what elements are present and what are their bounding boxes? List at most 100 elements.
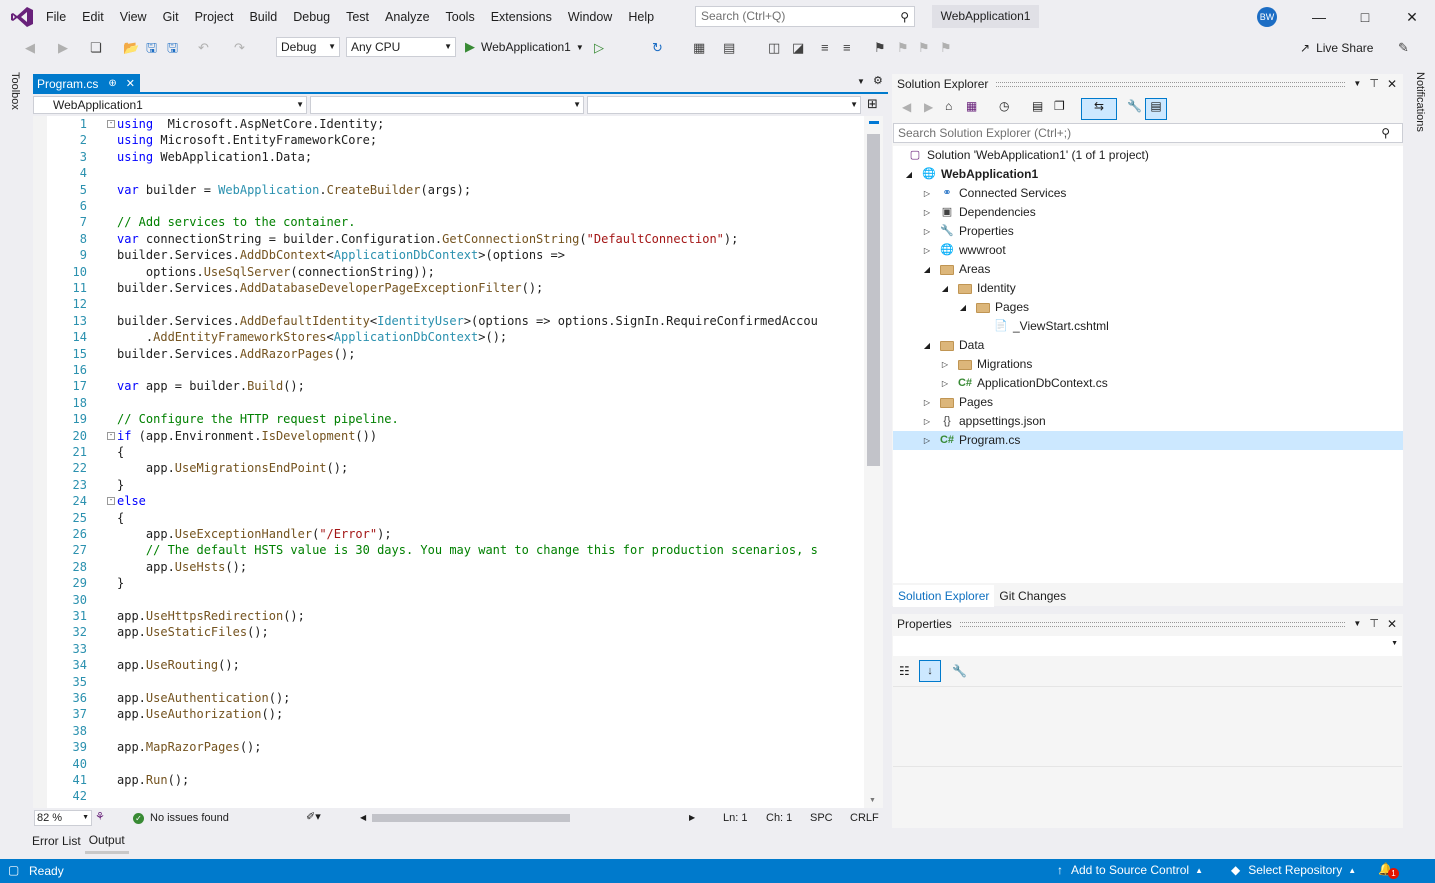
- configuration-dropdown[interactable]: Debug ▼: [276, 37, 340, 57]
- tree-item[interactable]: ◢ 🌐 WebApplication1: [893, 165, 1403, 184]
- code-line[interactable]: // Configure the HTTP request pipeline.: [117, 411, 399, 427]
- collapsed-icon[interactable]: ▷: [922, 393, 932, 412]
- start-without-debugging-icon[interactable]: ▷: [594, 37, 604, 59]
- code-line[interactable]: {: [117, 510, 124, 526]
- bookmark-clear-icon[interactable]: ⚑: [940, 37, 952, 59]
- toolbar-tool-icon[interactable]: ▦: [693, 37, 705, 59]
- close-icon[interactable]: ✕: [1387, 74, 1397, 94]
- expanded-icon[interactable]: ◢: [904, 165, 914, 184]
- bottom-tab-error-list[interactable]: Error List: [28, 830, 85, 852]
- expanded-icon[interactable]: ◢: [922, 260, 932, 279]
- code-line[interactable]: var app = builder.Build();: [117, 378, 305, 394]
- column-indicator[interactable]: Ch: 1: [766, 812, 792, 824]
- menu-extensions[interactable]: Extensions: [483, 0, 560, 34]
- code-line[interactable]: builder.Services.AddDefaultIdentity<Iden…: [117, 313, 818, 329]
- line-ending-indicator[interactable]: CRLF: [850, 812, 879, 824]
- code-line[interactable]: }: [117, 477, 124, 493]
- menu-view[interactable]: View: [112, 0, 155, 34]
- code-line[interactable]: app.UseAuthorization();: [117, 706, 283, 722]
- notifications-button[interactable]: 🔔 1: [1378, 862, 1399, 879]
- tree-item[interactable]: ◢ Identity: [893, 279, 1403, 298]
- save-icon[interactable]: 🖫: [146, 37, 157, 59]
- whitespace-indicator[interactable]: SPC: [810, 812, 833, 824]
- line-indicator[interactable]: Ln: 1: [723, 812, 747, 824]
- type-nav-dropdown[interactable]: ▼: [310, 96, 584, 114]
- collapsed-icon[interactable]: ▷: [922, 431, 932, 450]
- expanded-icon[interactable]: ◢: [922, 336, 932, 355]
- code-line[interactable]: builder.Services.AddRazorPages();: [117, 346, 355, 362]
- forward-icon[interactable]: ▶: [58, 37, 68, 59]
- code-line[interactable]: using Microsoft.AspNetCore.Identity;: [117, 116, 384, 132]
- code-line[interactable]: {: [117, 444, 124, 460]
- tree-item[interactable]: ▷ Pages: [893, 393, 1403, 412]
- search-box[interactable]: Search (Ctrl+Q) ⚲: [695, 6, 915, 27]
- tree-item[interactable]: ▷ 🌐 wwwroot: [893, 241, 1403, 260]
- minimize-button[interactable]: —: [1296, 0, 1342, 34]
- menu-build[interactable]: Build: [241, 0, 285, 34]
- intellicode-icon[interactable]: ⚘: [95, 810, 105, 823]
- collapsed-icon[interactable]: ▷: [940, 355, 950, 374]
- menu-project[interactable]: Project: [187, 0, 242, 34]
- new-project-icon[interactable]: ❏: [90, 37, 102, 59]
- code-line[interactable]: // Add services to the container.: [117, 214, 355, 230]
- avatar[interactable]: BW: [1257, 7, 1277, 27]
- collapsed-icon[interactable]: ▷: [922, 241, 932, 260]
- tab-program-cs[interactable]: Program.cs ⊕ ✕: [33, 74, 140, 94]
- code-line[interactable]: builder.Services.AddDatabaseDeveloperPag…: [117, 280, 543, 296]
- toolbar-tool-icon[interactable]: ◪: [792, 37, 804, 59]
- code-line[interactable]: app.Run();: [117, 772, 189, 788]
- code-line[interactable]: options.UseSqlServer(connectionString));: [117, 264, 435, 280]
- switch-views-icon[interactable]: ▦: [966, 99, 977, 113]
- solution-explorer-search[interactable]: Search Solution Explorer (Ctrl+;) ⚲: [893, 123, 1403, 143]
- undo-icon[interactable]: ↶: [198, 37, 209, 59]
- tree-item[interactable]: ▢ Solution 'WebApplication1' (1 of 1 proj…: [893, 146, 1403, 165]
- properties-wrench-icon[interactable]: 🔧: [1127, 99, 1142, 113]
- code-line[interactable]: if (app.Environment.IsDevelopment()): [117, 428, 377, 444]
- menu-window[interactable]: Window: [560, 0, 620, 34]
- menu-debug[interactable]: Debug: [285, 0, 338, 34]
- sync-active-document-icon[interactable]: ⇆: [1081, 98, 1117, 120]
- code-line[interactable]: else: [117, 493, 146, 509]
- tree-item[interactable]: ◢ Data: [893, 336, 1403, 355]
- menu-test[interactable]: Test: [338, 0, 377, 34]
- solution-title[interactable]: WebApplication1: [932, 5, 1039, 28]
- code-line[interactable]: var connectionString = builder.Configura…: [117, 231, 738, 247]
- collapsed-icon[interactable]: ▷: [922, 184, 932, 203]
- project-nav-dropdown[interactable]: WebApplication1 ▼: [33, 96, 307, 114]
- code-line[interactable]: app.UseExceptionHandler("/Error");: [117, 526, 392, 542]
- feedback-icon[interactable]: ✎: [1398, 37, 1409, 59]
- horizontal-scrollbar-thumb[interactable]: [372, 814, 570, 822]
- code-line[interactable]: .AddEntityFrameworkStores<ApplicationDbC…: [117, 329, 507, 345]
- tab-solution-explorer[interactable]: Solution Explorer: [893, 585, 995, 607]
- collapse-icon[interactable]: -: [107, 120, 115, 128]
- redo-icon[interactable]: ↷: [234, 37, 245, 59]
- refresh-icon[interactable]: ↻: [652, 37, 663, 59]
- menu-file[interactable]: File: [38, 0, 74, 34]
- close-icon[interactable]: ✕: [1387, 614, 1397, 634]
- code-line[interactable]: }: [117, 575, 124, 591]
- save-all-icon[interactable]: 🖫: [167, 37, 178, 59]
- run-button[interactable]: ▶ WebApplication1 ▼: [465, 37, 584, 57]
- preview-selected-icon[interactable]: ▤: [1145, 98, 1167, 120]
- tree-item[interactable]: ▷ C# Program.cs: [893, 431, 1403, 450]
- code-line[interactable]: app.UseRouting();: [117, 657, 240, 673]
- live-share-button[interactable]: ↗ Live Share: [1300, 36, 1373, 60]
- tree-item[interactable]: ◢ Pages: [893, 298, 1403, 317]
- chevron-down-icon[interactable]: ▼: [1353, 614, 1361, 634]
- property-pages-icon[interactable]: 🔧: [952, 664, 967, 678]
- object-selector[interactable]: ▼: [893, 636, 1402, 656]
- tree-item[interactable]: ▷ Migrations: [893, 355, 1403, 374]
- back-icon[interactable]: ◀: [902, 100, 911, 114]
- tree-item[interactable]: 📄 _ViewStart.cshtml: [893, 317, 1403, 336]
- close-icon[interactable]: ✕: [126, 74, 135, 94]
- tree-item[interactable]: ▷ ▣ Dependencies: [893, 203, 1403, 222]
- notifications-tab[interactable]: Notifications: [1414, 72, 1426, 132]
- bookmark-icon[interactable]: ⚑: [874, 37, 886, 59]
- expanded-icon[interactable]: ◢: [940, 279, 950, 298]
- scroll-right-icon[interactable]: ▶: [689, 810, 695, 826]
- code-line[interactable]: app.UseMigrationsEndPoint();: [117, 460, 348, 476]
- comment-icon[interactable]: ≡: [821, 37, 829, 59]
- code-line[interactable]: app.UseHsts();: [117, 559, 247, 575]
- bookmark-prev-icon[interactable]: ⚑: [897, 37, 909, 59]
- code-line[interactable]: app.MapRazorPages();: [117, 739, 262, 755]
